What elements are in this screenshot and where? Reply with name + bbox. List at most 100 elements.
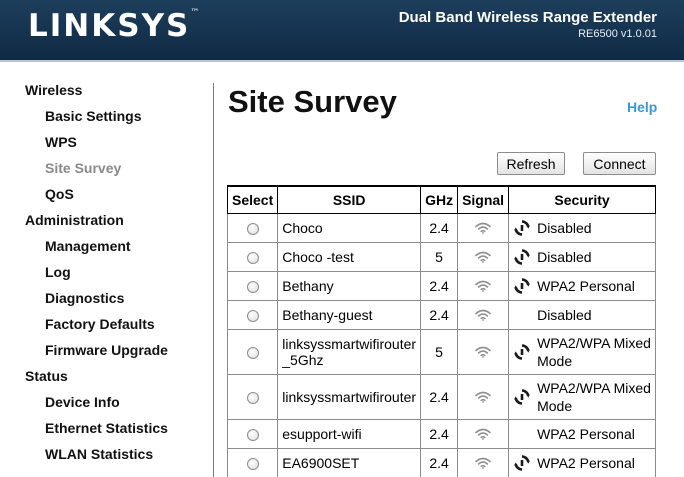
security-cell: WPA2/WPA Mixed Mode xyxy=(508,328,656,375)
page-title: Site Survey xyxy=(228,84,397,119)
row-select-radio[interactable] xyxy=(246,428,259,441)
column-header-ghz: GHz xyxy=(420,185,459,214)
table-row[interactable]: linksyssmartwifirouter _5Ghz 5 WPA2/WPA Mi… xyxy=(226,328,656,375)
ssid-cell: linksyssmartwifirouter _5Ghz xyxy=(277,328,422,375)
row-select-radio[interactable] xyxy=(246,222,259,235)
signal-cell xyxy=(457,299,510,330)
nav-item-diagnostics[interactable]: Diagnostics xyxy=(45,290,124,306)
product-model: RE6500 v1.0.01 xyxy=(578,28,657,40)
security-cell: WPA2 Personal xyxy=(508,270,656,301)
table-row[interactable]: EA6900SET 2.4 WPA2 Personal xyxy=(226,447,656,477)
nav-item-firmware-upgrade[interactable]: Firmware Upgrade xyxy=(45,342,168,358)
signal-cell xyxy=(457,241,510,272)
row-select-radio[interactable] xyxy=(246,280,259,293)
nav-item-basic-settings[interactable]: Basic Settings xyxy=(45,108,141,124)
security-icon-placeholder xyxy=(513,306,533,324)
help-link[interactable]: Help xyxy=(627,99,657,115)
security-cell: Disabled xyxy=(508,212,656,243)
row-select-radio[interactable] xyxy=(246,309,259,322)
table-row[interactable]: Choco -test 5 Disabled xyxy=(226,241,656,272)
table-row[interactable]: linksyssmartwifirouter 2.4 WPA2/WPA Mixed … xyxy=(226,373,656,420)
nav-item-ethernet-statistics[interactable]: Ethernet Statistics xyxy=(45,420,168,436)
nav-item-management[interactable]: Management xyxy=(45,238,131,254)
site-survey-table: Select SSID GHz Signal Security Choco 2.4… xyxy=(226,185,656,477)
nav-item-device-info[interactable]: Device Info xyxy=(45,394,120,410)
security-cell: Disabled xyxy=(508,241,656,272)
security-label: WPA2 Personal xyxy=(537,277,635,294)
signal-cell xyxy=(457,212,510,243)
signal-cell xyxy=(457,270,510,301)
ghz-cell: 2.4 xyxy=(420,270,459,301)
wifi-signal-icon xyxy=(462,391,504,403)
select-cell xyxy=(226,241,279,272)
row-select-radio[interactable] xyxy=(246,391,259,404)
row-select-radio[interactable] xyxy=(246,251,259,264)
ssid-cell: linksyssmartwifirouter xyxy=(277,373,422,420)
select-cell xyxy=(226,447,279,477)
refresh-arrows-icon xyxy=(513,388,533,406)
row-select-radio[interactable] xyxy=(246,457,259,470)
ssid-cell: Choco -test xyxy=(277,241,422,272)
row-select-radio[interactable] xyxy=(246,346,259,359)
column-header-signal: Signal xyxy=(457,185,510,214)
security-label: Disabled xyxy=(537,248,592,265)
select-cell xyxy=(226,373,279,420)
wifi-signal-icon xyxy=(462,346,504,358)
column-header-ssid: SSID xyxy=(277,185,422,214)
security-cell: WPA2 Personal xyxy=(508,447,656,477)
table-row[interactable]: esupport-wifi 2.4 WPA2 Personal xyxy=(226,418,656,449)
ssid-cell: Bethany-guest xyxy=(277,299,422,330)
signal-cell xyxy=(457,447,510,477)
connect-button[interactable]: Connect xyxy=(583,152,656,175)
nav-section-status[interactable]: Status xyxy=(25,368,68,384)
nav-section-administration[interactable]: Administration xyxy=(25,212,124,228)
refresh-arrows-icon xyxy=(513,454,533,472)
signal-cell xyxy=(457,373,510,420)
table-row[interactable]: Bethany-guest 2.4 Disabled xyxy=(226,299,656,330)
ssid-cell: EA6900SET xyxy=(277,447,422,477)
nav-item-qos[interactable]: QoS xyxy=(45,186,74,202)
security-label: WPA2/WPA Mixed Mode xyxy=(537,334,651,369)
column-header-select: Select xyxy=(226,185,279,214)
wifi-signal-icon xyxy=(462,428,504,440)
nav-section-wireless[interactable]: Wireless xyxy=(25,82,82,98)
ssid-cell: esupport-wifi xyxy=(277,418,422,449)
wifi-signal-icon xyxy=(462,251,504,263)
nav-item-factory-defaults[interactable]: Factory Defaults xyxy=(45,316,155,332)
product-name: Dual Band Wireless Range Extender xyxy=(398,9,657,26)
ghz-cell: 5 xyxy=(420,241,459,272)
ghz-cell: 2.4 xyxy=(420,373,459,420)
signal-cell xyxy=(457,418,510,449)
security-cell: Disabled xyxy=(508,299,656,330)
select-cell xyxy=(226,212,279,243)
security-label: WPA2 Personal xyxy=(537,454,635,471)
security-label: WPA2 Personal xyxy=(537,425,635,442)
site-survey-rows: Choco 2.4 Disabled Choco -test 5 Disabled Beth… xyxy=(226,212,656,477)
table-row[interactable]: Choco 2.4 Disabled xyxy=(226,212,656,243)
ssid-cell: Choco xyxy=(277,212,422,243)
select-cell xyxy=(226,270,279,301)
refresh-button[interactable]: Refresh xyxy=(497,152,565,175)
nav-item-wps[interactable]: WPS xyxy=(45,134,77,150)
security-label: Disabled xyxy=(537,219,592,236)
nav-item-wlan-statistics[interactable]: WLAN Statistics xyxy=(45,446,153,462)
security-icon-placeholder xyxy=(513,425,533,443)
select-cell xyxy=(226,328,279,375)
refresh-arrows-icon xyxy=(513,343,533,361)
nav-item-site-survey[interactable]: Site Survey xyxy=(45,160,121,176)
refresh-arrows-icon xyxy=(513,277,533,295)
wifi-signal-icon xyxy=(462,457,504,469)
nav-item-log[interactable]: Log xyxy=(45,264,71,280)
security-label: WPA2/WPA Mixed Mode xyxy=(537,379,651,414)
ghz-cell: 2.4 xyxy=(420,418,459,449)
header-bar: LINKSYS™ Dual Band Wireless Range Extend… xyxy=(0,0,684,62)
table-header-row: Select SSID GHz Signal Security xyxy=(226,185,656,214)
select-cell xyxy=(226,299,279,330)
security-label: Disabled xyxy=(537,306,592,323)
refresh-arrows-icon xyxy=(513,219,533,237)
column-header-security: Security xyxy=(508,185,656,214)
security-cell: WPA2 Personal xyxy=(508,418,656,449)
signal-cell xyxy=(457,328,510,375)
refresh-arrows-icon xyxy=(513,248,533,266)
table-row[interactable]: Bethany 2.4 WPA2 Personal xyxy=(226,270,656,301)
